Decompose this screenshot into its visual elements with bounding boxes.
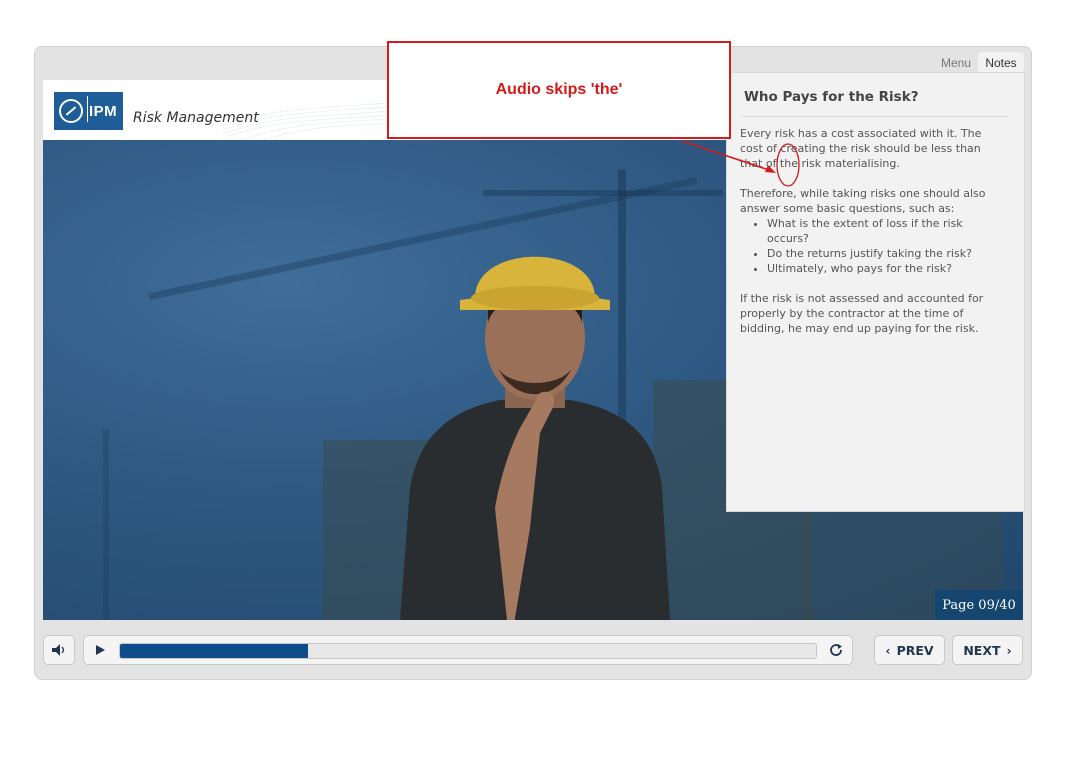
tab-menu[interactable]: Menu [935,52,977,74]
tab-notes[interactable]: Notes [978,52,1024,74]
play-icon [96,645,105,655]
lt-logo-icon [59,99,83,123]
chevron-right-icon: › [1006,642,1012,658]
thinking-worker-image [400,256,670,620]
course-title: Risk Management [133,110,259,126]
list-item: Ultimately, who pays for the risk? [767,261,1000,276]
next-label: NEXT [963,642,1001,658]
playback-bar [83,635,853,665]
prev-label: PREV [896,642,934,658]
next-button[interactable]: NEXT › [952,635,1023,665]
notes-bullet-list: What is the extent of loss if the risk o… [740,216,1000,276]
speaker-icon [52,644,65,656]
replay-button[interactable] [824,640,848,660]
notes-divider [740,116,1010,117]
replay-icon [830,644,842,656]
play-button[interactable] [88,640,112,660]
volume-button[interactable] [43,635,75,665]
list-item: Do the returns justify taking the risk? [767,246,1000,261]
list-item: What is the extent of loss if the risk o… [767,216,1000,246]
review-comment-box: Audio skips 'the' [387,41,731,139]
seek-progress-fill [120,644,308,658]
notes-paragraph: If the risk is not assessed and accounte… [740,292,984,335]
notes-paragraph: Every risk has a cost associated with it… [740,127,982,170]
notes-body: Every risk has a cost associated with it… [740,126,1000,351]
logo-subtext: L&T INSTITUTE OF PROJECT MANAGEMENT [54,125,118,129]
notes-paragraph: Therefore, while taking risks one should… [740,187,986,215]
notes-title: Who Pays for the Risk? [744,89,919,105]
logo-text: IPM [89,102,118,120]
seek-slider[interactable] [119,643,817,659]
prev-button[interactable]: ‹ PREV [874,635,945,665]
chevron-left-icon: ‹ [885,642,891,658]
page-indicator: Page 09/40 [935,590,1023,620]
review-comment-text: Audio skips 'the' [495,81,623,98]
